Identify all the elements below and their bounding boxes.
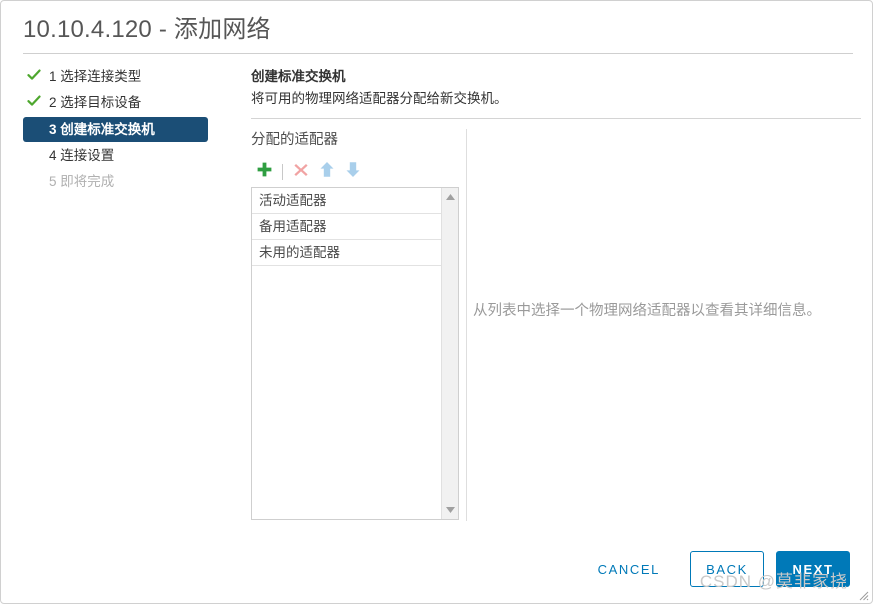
adapters-list-scrollbar[interactable] bbox=[441, 188, 458, 519]
adapters-toolbar bbox=[251, 158, 456, 186]
sidebar-item-label: 3 创建标准交换机 bbox=[49, 121, 155, 137]
content-divider bbox=[251, 118, 861, 119]
check-icon bbox=[27, 94, 41, 108]
content-header: 创建标准交换机 将可用的物理网络适配器分配给新交换机。 bbox=[251, 67, 861, 109]
panel-vertical-divider bbox=[466, 129, 467, 521]
adapters-list-column: 活动适配器 备用适配器 未用的适配器 bbox=[252, 188, 441, 519]
resize-grip[interactable] bbox=[857, 588, 869, 601]
check-icon bbox=[27, 68, 41, 82]
list-item[interactable]: 备用适配器 bbox=[252, 214, 441, 240]
assigned-adapters-panel: 分配的适配器 bbox=[251, 129, 456, 186]
arrow-down-icon bbox=[345, 161, 361, 183]
remove-adapter-button bbox=[288, 160, 314, 184]
content-title: 创建标准交换机 bbox=[251, 69, 346, 84]
list-item[interactable]: 未用的适配器 bbox=[252, 240, 441, 266]
sidebar-item-label: 2 选择目标设备 bbox=[49, 95, 142, 110]
toolbar-separator bbox=[282, 164, 283, 180]
cancel-button[interactable]: CANCEL bbox=[582, 551, 676, 587]
sidebar-item-step-5: 5 即将完成 bbox=[23, 170, 239, 194]
title-divider bbox=[23, 53, 853, 54]
adapter-detail-empty-message: 从列表中选择一个物理网络适配器以查看其详细信息。 bbox=[473, 303, 821, 319]
scroll-up-arrow-icon[interactable] bbox=[442, 190, 458, 204]
arrow-up-icon bbox=[319, 161, 335, 183]
sidebar-item-step-2[interactable]: 2 选择目标设备 bbox=[23, 91, 239, 115]
plus-icon bbox=[256, 161, 273, 183]
footer-button-row: CANCEL BACK NEXT bbox=[582, 551, 850, 587]
next-button[interactable]: NEXT bbox=[776, 551, 850, 587]
assigned-adapters-heading: 分配的适配器 bbox=[251, 132, 338, 148]
move-down-button bbox=[340, 160, 366, 184]
list-item[interactable]: 活动适配器 bbox=[252, 188, 441, 214]
wizard-step-list: 1 选择连接类型 2 选择目标设备 3 创建标准交换机 4 连接设置 5 即将完… bbox=[23, 65, 239, 196]
adapters-listbox[interactable]: 活动适配器 备用适配器 未用的适配器 bbox=[251, 187, 459, 520]
dialog-title-wrap: 10.10.4.120 - 添加网络 bbox=[23, 15, 853, 45]
dialog-footer: CANCEL BACK NEXT bbox=[1, 541, 872, 603]
page-title: 10.10.4.120 - 添加网络 bbox=[23, 16, 271, 43]
sidebar-item-step-1[interactable]: 1 选择连接类型 bbox=[23, 65, 239, 89]
close-x-icon bbox=[293, 162, 309, 183]
add-networking-dialog: 10.10.4.120 - 添加网络 1 选择连接类型 2 选择目标设备 3 创… bbox=[0, 0, 873, 604]
sidebar-item-step-4[interactable]: 4 连接设置 bbox=[23, 144, 239, 168]
scroll-down-arrow-icon[interactable] bbox=[442, 503, 458, 517]
move-up-button bbox=[314, 160, 340, 184]
sidebar-item-step-3[interactable]: 3 创建标准交换机 bbox=[23, 117, 208, 142]
sidebar-item-label: 5 即将完成 bbox=[49, 174, 115, 189]
content-subtitle: 将可用的物理网络适配器分配给新交换机。 bbox=[251, 91, 508, 106]
add-adapter-button[interactable] bbox=[251, 160, 277, 184]
sidebar-item-label: 1 选择连接类型 bbox=[49, 69, 142, 84]
sidebar-item-label: 4 连接设置 bbox=[49, 148, 115, 163]
back-button[interactable]: BACK bbox=[690, 551, 764, 587]
